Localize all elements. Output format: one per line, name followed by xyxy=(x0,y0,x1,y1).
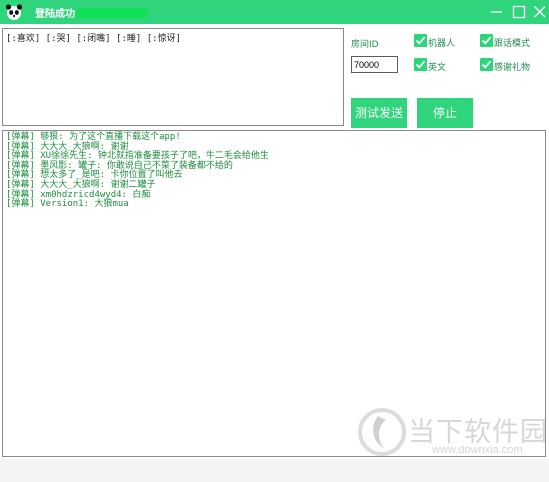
minimize-icon[interactable] xyxy=(487,2,507,22)
english-label: 英文 xyxy=(428,63,447,73)
robot-label: 机器人 xyxy=(428,39,456,49)
follow-mode-checkbox[interactable] xyxy=(480,34,493,47)
username-highlight xyxy=(76,8,148,18)
follow-mode-label: 跟话模式 xyxy=(494,39,531,49)
panda-app-icon xyxy=(5,4,23,20)
check-icon xyxy=(481,36,492,45)
check-icon xyxy=(481,60,492,69)
robot-checkbox[interactable] xyxy=(414,34,427,47)
log-line: [弹幕] Version1: 大狼mua xyxy=(6,199,129,210)
title-bar[interactable]: 登陆成功 xyxy=(0,0,549,24)
danmaku-log-lines: [弹幕] 够狠: 为了这个直播下载这个app! [弹幕] 大大大_大狼啊: 谢谢… xyxy=(6,132,269,210)
thanks-gift-label: 感谢礼物 xyxy=(494,63,531,73)
test-send-button[interactable]: 测试发送 xyxy=(351,98,407,128)
window-title: 登陆成功 xyxy=(35,9,75,20)
check-icon xyxy=(415,60,426,69)
close-icon[interactable] xyxy=(530,2,549,22)
english-checkbox[interactable] xyxy=(414,58,427,71)
watermark-url: www.downxia.com xyxy=(432,444,523,456)
stop-button[interactable]: 停止 xyxy=(417,98,473,128)
maximize-icon[interactable] xyxy=(509,2,529,22)
thanks-gift-checkbox[interactable] xyxy=(480,58,493,71)
check-icon xyxy=(415,36,426,45)
message-input-text: [:喜欢] [:哭] [:闭嘴] [:睡] [:惊讶] xyxy=(6,34,181,44)
message-input[interactable]: [:喜欢] [:哭] [:闭嘴] [:睡] [:惊讶] xyxy=(2,28,344,126)
room-id-input[interactable]: 70000 xyxy=(351,56,398,73)
watermark-logo-icon xyxy=(358,408,406,456)
site-watermark: 当下软件园 www.downxia.com xyxy=(356,402,548,482)
room-id-label: 房间ID xyxy=(351,40,379,50)
